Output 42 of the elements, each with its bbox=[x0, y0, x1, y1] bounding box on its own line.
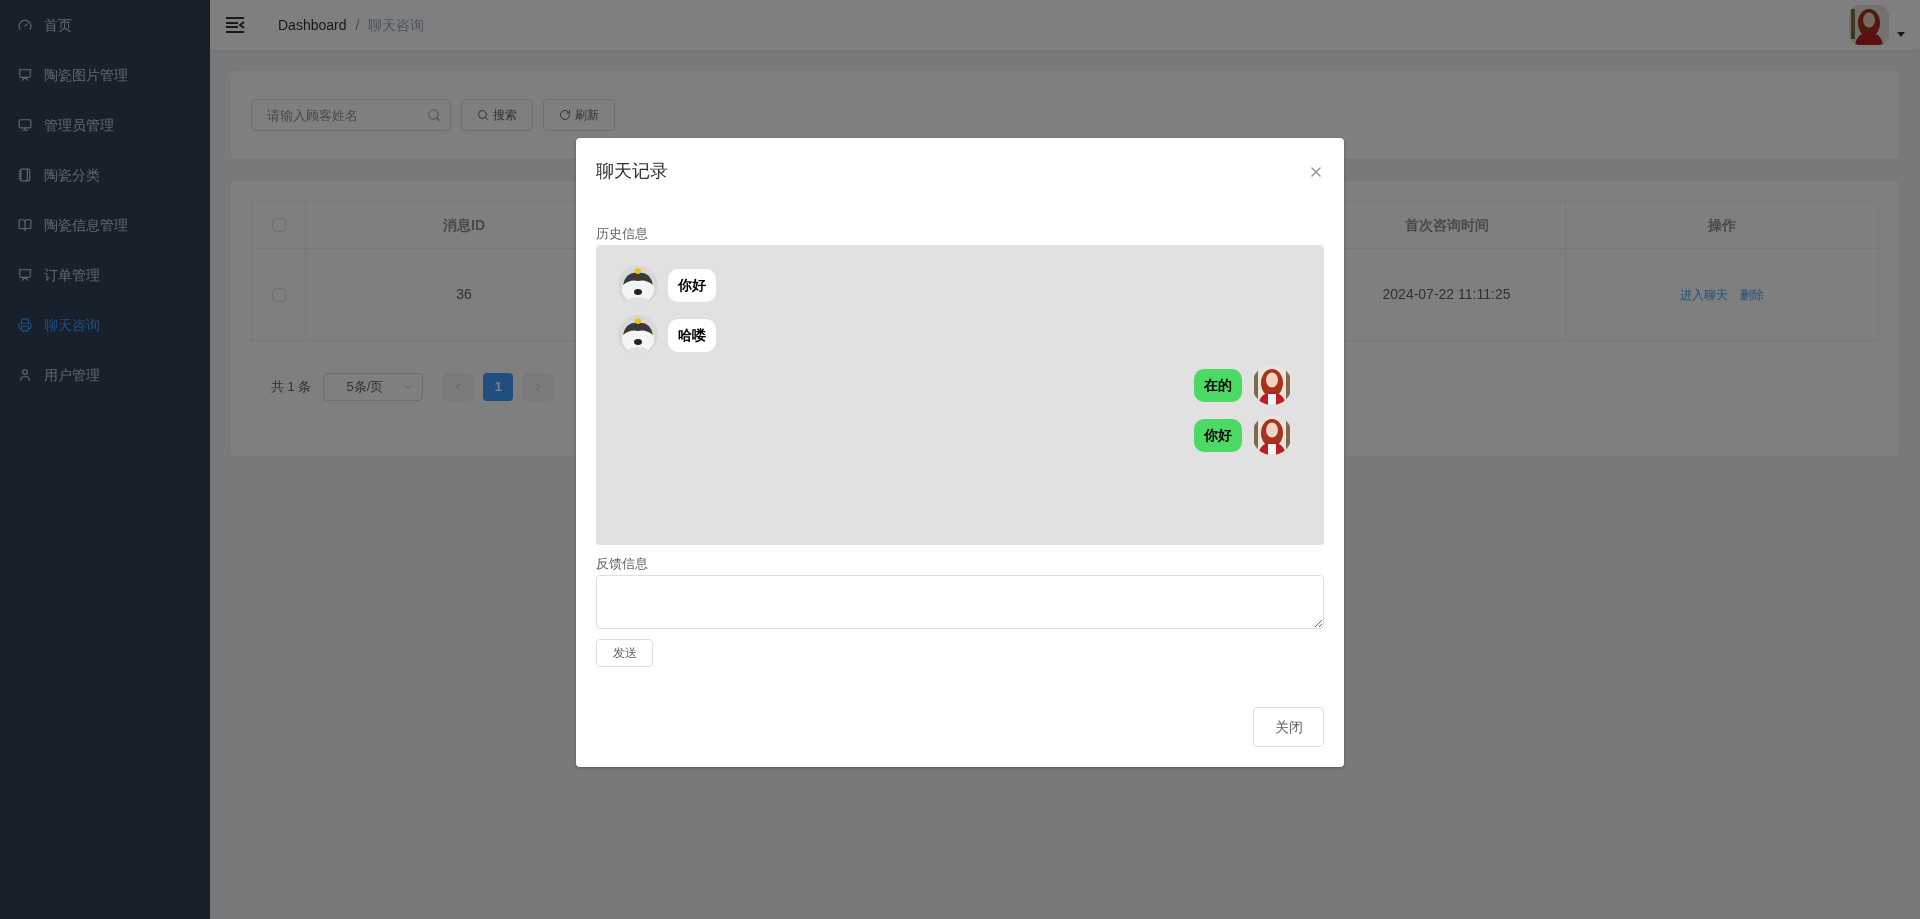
breadcrumb-link[interactable]: Dashboard bbox=[278, 14, 347, 36]
field-label: 反馈信息 bbox=[596, 555, 649, 573]
user-icon bbox=[18, 368, 32, 382]
dialog-title: 聊天记录 bbox=[596, 160, 668, 183]
send-button[interactable]: 发送 bbox=[596, 639, 653, 667]
message-bubble: 你好 bbox=[668, 268, 716, 302]
book-icon bbox=[18, 218, 32, 232]
sidebar-item[interactable]: 陶瓷图片管理 bbox=[0, 50, 210, 100]
easel-icon bbox=[18, 68, 32, 82]
printer-icon bbox=[18, 318, 32, 332]
field-label: 历史信息 bbox=[596, 225, 649, 243]
search-icon bbox=[427, 108, 441, 122]
sidebar-item[interactable]: 聊天咨询 bbox=[0, 300, 210, 350]
table-cell-text: 36 bbox=[456, 285, 472, 304]
breadcrumb-separator: / bbox=[355, 15, 360, 35]
message-bubble: 在的 bbox=[1194, 368, 1242, 402]
enter-chat-link[interactable]: 进入聊天 bbox=[1680, 285, 1728, 304]
table-cell-text: 2024-07-22 11:11:25 bbox=[1382, 285, 1511, 304]
notebook-icon bbox=[18, 168, 32, 182]
sidebar-item[interactable]: 陶瓷分类 bbox=[0, 150, 210, 200]
sidebar-item[interactable]: 陶瓷信息管理 bbox=[0, 200, 210, 250]
gauge-icon bbox=[18, 18, 32, 32]
close-button[interactable]: 关闭 bbox=[1253, 707, 1324, 747]
feedback-field[interactable] bbox=[596, 575, 1324, 629]
page-button[interactable]: 1 bbox=[483, 373, 514, 401]
total-count: 共 1 条 bbox=[271, 378, 312, 397]
message-bubble: 你好 bbox=[1194, 418, 1242, 452]
board-icon bbox=[18, 268, 32, 282]
search-button[interactable]: 搜索 bbox=[461, 99, 533, 131]
refresh-button[interactable]: 刷新 bbox=[543, 99, 615, 131]
monitor-icon bbox=[18, 118, 32, 132]
sidebar-item[interactable]: 管理员管理 bbox=[0, 100, 210, 150]
sidebar-item[interactable]: 订单管理 bbox=[0, 250, 210, 300]
search-icon bbox=[477, 109, 489, 121]
caret-icon[interactable] bbox=[1897, 32, 1905, 37]
menu-icon[interactable] bbox=[225, 17, 245, 33]
message-bubble: 哈喽 bbox=[668, 318, 716, 352]
sidebar-item[interactable]: 首页 bbox=[0, 0, 210, 50]
page-size-select[interactable]: 5条/页 bbox=[323, 373, 424, 401]
delete-link[interactable]: 删除 bbox=[1740, 285, 1764, 304]
sidebar-item[interactable]: 用户管理 bbox=[0, 350, 210, 400]
refresh-icon bbox=[559, 109, 571, 121]
